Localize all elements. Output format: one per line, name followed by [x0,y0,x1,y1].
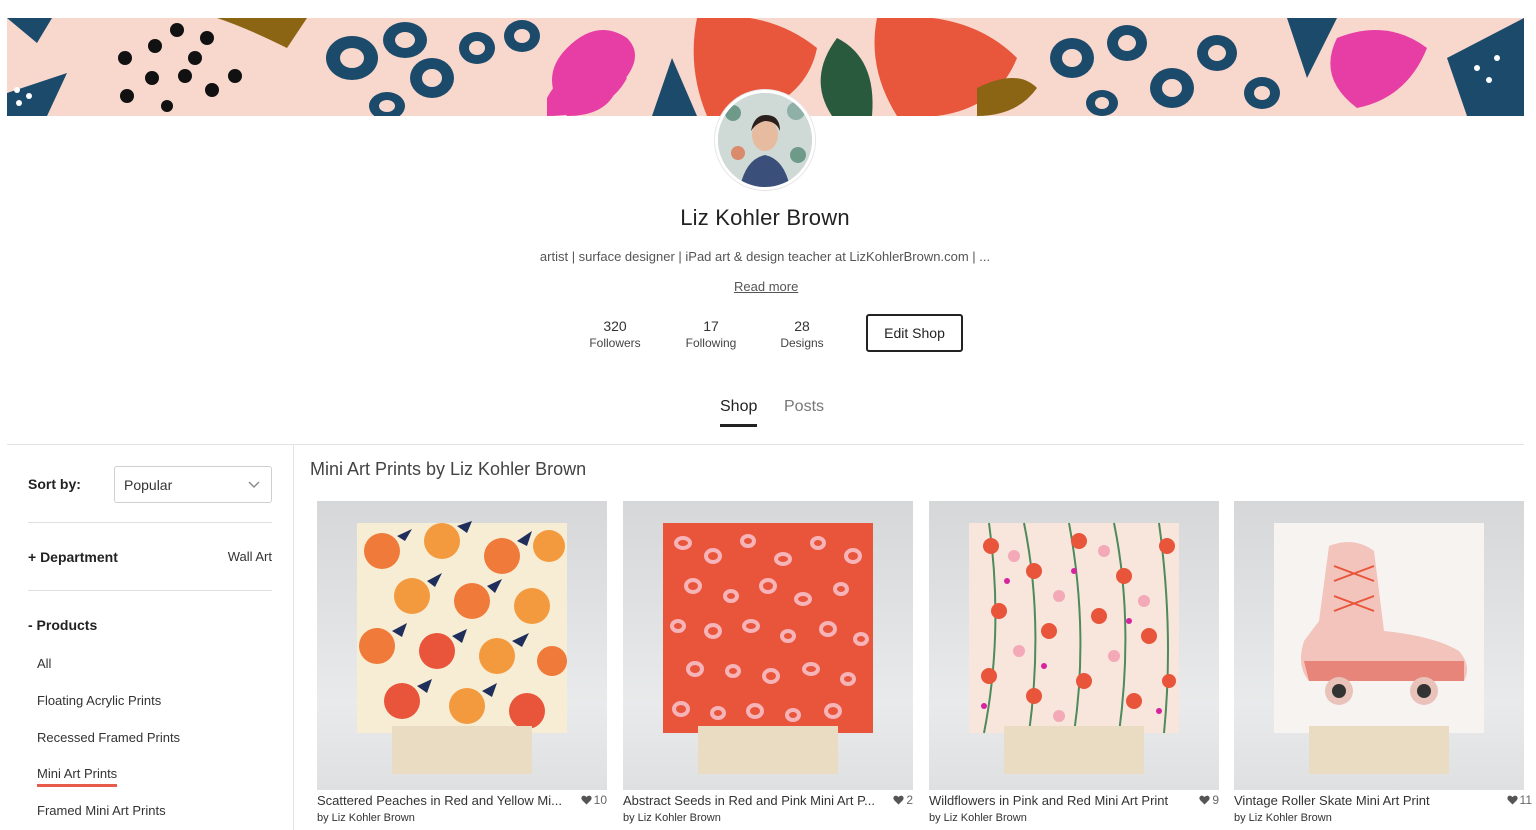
product-card[interactable]: Abstract Seeds in Red and Pink Mini Art … [623,501,913,824]
following-count: 17 [703,318,719,334]
product-title[interactable]: Abstract Seeds in Red and Pink Mini Art … [623,793,878,808]
followers-stat[interactable]: 320 Followers [570,318,660,350]
favorite-count: 10 [593,793,607,807]
product-title[interactable]: Scattered Peaches in Red and Yellow Mi..… [317,793,572,808]
designs-stat[interactable]: 28 Designs [757,318,847,350]
sort-label: Sort by: [28,476,81,492]
product-card[interactable]: Wildflowers in Pink and Red Mini Art Pri… [929,501,1219,824]
department-value: Wall Art [227,549,272,564]
product-image[interactable] [929,501,1219,790]
product-image[interactable] [1234,501,1524,790]
sidebar-divider-1 [28,522,272,523]
product-artist[interactable]: by Liz Kohler Brown [1234,812,1332,824]
product-artist[interactable]: by Liz Kohler Brown [317,812,415,824]
product-card[interactable]: Scattered Peaches in Red and Yellow Mi..… [317,501,607,824]
favorite-count: 11 [1519,793,1532,807]
favorite-button[interactable]: 11 [1506,793,1532,807]
favorite-button[interactable]: 2 [893,793,913,807]
product-artist[interactable]: by Liz Kohler Brown [929,812,1027,824]
followers-count: 320 [603,318,627,334]
following-label: Following [685,336,737,350]
edit-shop-button[interactable]: Edit Shop [866,314,963,352]
product-title[interactable]: Vintage Roller Skate Mini Art Print [1234,793,1489,808]
favorite-count: 9 [1212,793,1219,807]
product-filter-all[interactable]: All [37,656,51,671]
product-filter-floating-acrylic[interactable]: Floating Acrylic Prints [37,693,161,708]
designs-count: 28 [794,318,810,334]
profile-avatar [715,90,815,190]
chevron-down-icon [248,481,260,488]
tabs-divider [7,444,1524,445]
heart-icon [1199,795,1210,805]
sidebar-divider [293,445,294,830]
heart-icon [893,795,904,805]
designs-label: Designs [780,336,824,350]
sort-select[interactable]: Popular [114,466,272,503]
sort-value: Popular [124,477,173,493]
sidebar-divider-2 [28,590,272,591]
tab-posts[interactable]: Posts [784,398,824,424]
section-title: Mini Art Prints by Liz Kohler Brown [310,459,587,479]
product-artist[interactable]: by Liz Kohler Brown [623,812,721,824]
product-card[interactable]: Vintage Roller Skate Mini Art Print 11 b… [1234,501,1532,824]
products-toggle[interactable]: - Products [28,617,97,633]
product-filter-framed-mini[interactable]: Framed Mini Art Prints [37,803,166,818]
product-filter-mini-art-prints[interactable]: Mini Art Prints [37,766,118,787]
product-title[interactable]: Wildflowers in Pink and Red Mini Art Pri… [929,793,1184,808]
product-image[interactable] [317,501,607,790]
favorite-count: 2 [906,793,913,807]
tab-shop[interactable]: Shop [720,398,758,427]
heart-icon [1506,795,1518,805]
product-image[interactable] [623,501,913,790]
following-stat[interactable]: 17 Following [666,318,756,350]
product-filter-recessed-framed[interactable]: Recessed Framed Prints [37,730,180,745]
department-toggle[interactable]: + Department [28,549,118,565]
favorite-button[interactable]: 10 [580,793,607,807]
heart-icon [580,795,592,805]
profile-name: Liz Kohler Brown [680,205,850,230]
read-more-link[interactable]: Read more [734,279,798,294]
profile-bio: artist | surface designer | iPad art & d… [539,249,991,264]
followers-label: Followers [589,336,641,350]
favorite-button[interactable]: 9 [1199,793,1219,807]
